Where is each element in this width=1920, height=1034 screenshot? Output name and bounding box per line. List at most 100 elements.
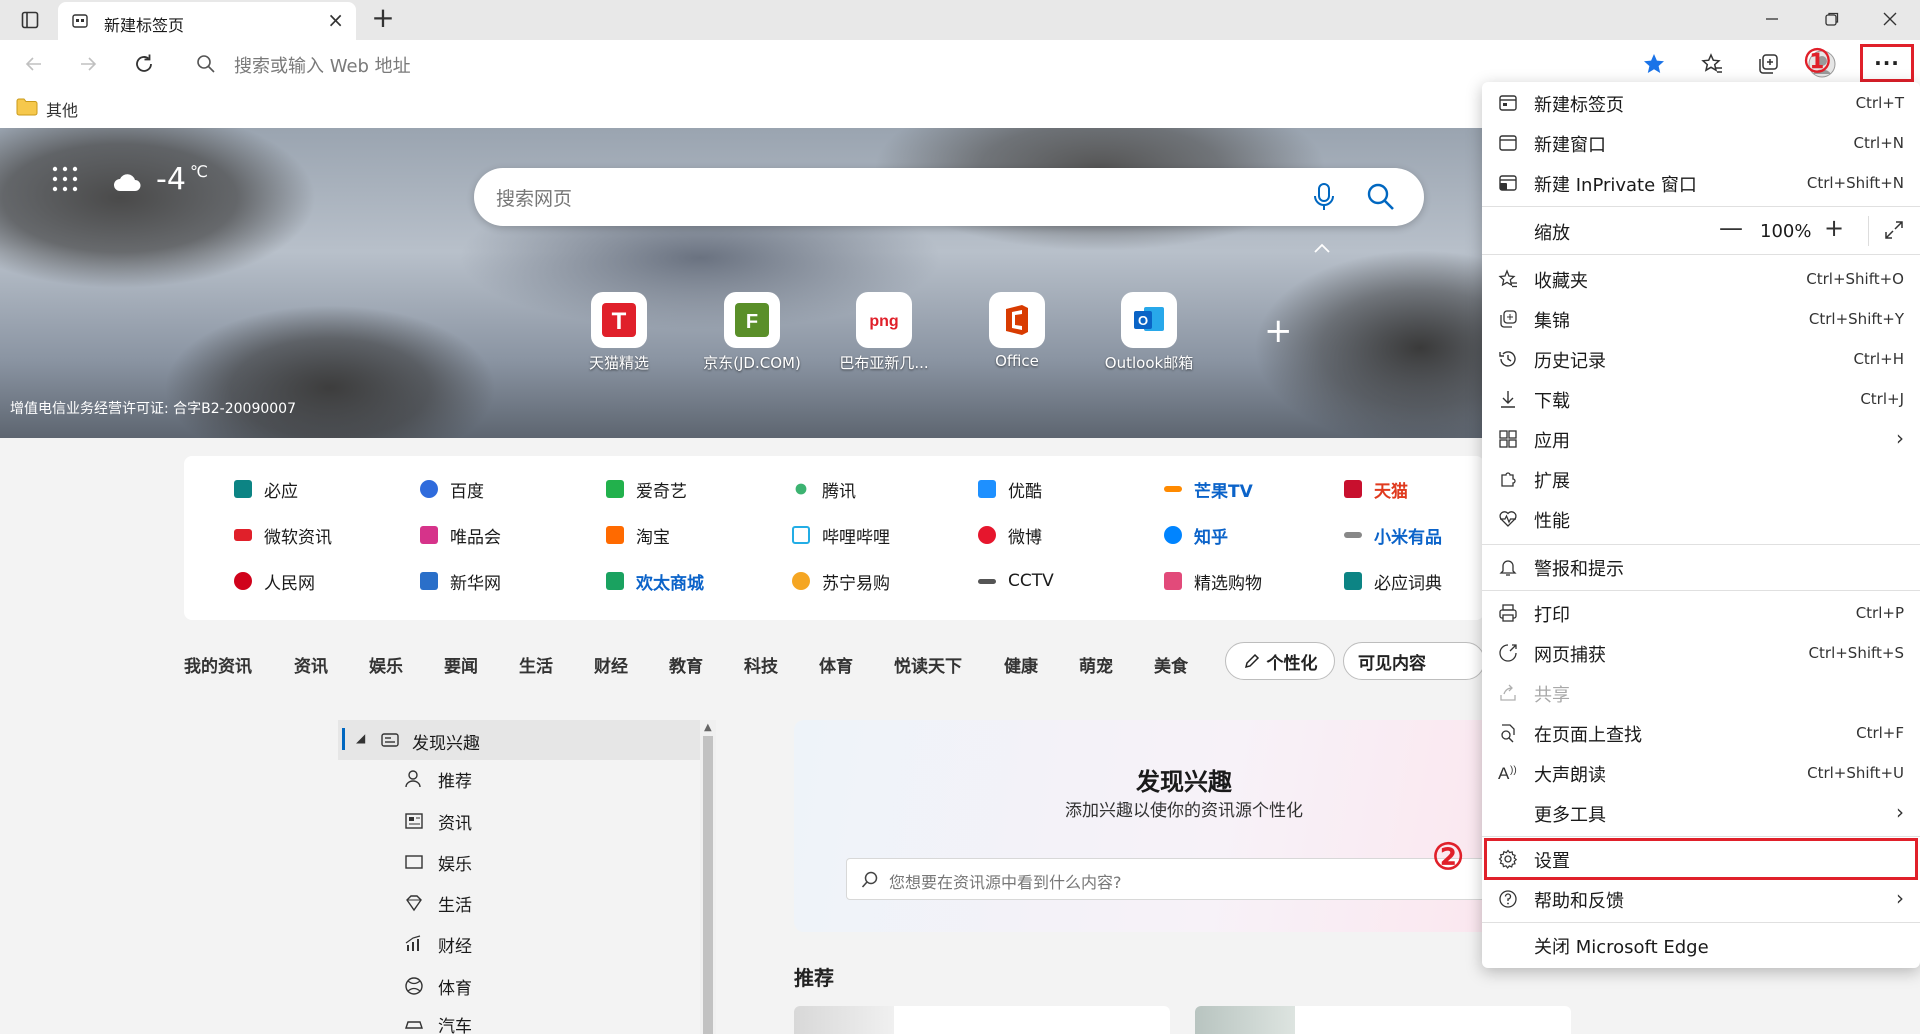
scroll-up-arrow-icon[interactable]: ▲ (704, 722, 712, 733)
forward-button[interactable] (70, 48, 106, 80)
menu-item-extensions[interactable]: 扩展 (1482, 460, 1920, 498)
feed-tab[interactable]: 悦读天下 (894, 652, 962, 677)
site-link[interactable]: 优酷 (978, 476, 1042, 502)
collections-button[interactable] (1750, 48, 1786, 80)
menu-item-web-capture[interactable]: 网页捕获 Ctrl+Shift+S (1482, 634, 1920, 672)
site-link[interactable]: 微博 (978, 522, 1042, 548)
menu-item-performance[interactable]: 性能 (1482, 500, 1920, 538)
menu-item-favorites[interactable]: 收藏夹 Ctrl+Shift+O (1482, 260, 1920, 298)
quick-link[interactable]: O Outlook邮箱 (1089, 292, 1209, 373)
tree-item[interactable]: 生活 (404, 888, 472, 918)
site-link[interactable]: 天猫 (1344, 476, 1408, 502)
tab-new-tab[interactable]: 新建标签页 × (58, 2, 356, 40)
site-link[interactable]: CCTV (978, 568, 1054, 594)
feed-tab[interactable]: 我的资讯 (184, 652, 252, 677)
personalize-button[interactable]: 个性化 (1225, 642, 1335, 680)
address-input[interactable]: 搜索或输入 Web 地址 (180, 45, 1660, 81)
chevron-up-icon[interactable] (1312, 242, 1332, 254)
article-card[interactable] (794, 1006, 1170, 1034)
menu-item-history[interactable]: 历史记录 Ctrl+H (1482, 340, 1920, 378)
menu-item-downloads[interactable]: 下载 Ctrl+J (1482, 380, 1920, 418)
menu-item-close-edge[interactable]: 关闭 Microsoft Edge (1482, 926, 1920, 964)
refresh-button[interactable] (126, 48, 162, 80)
site-link[interactable]: 百度 (420, 476, 484, 502)
quick-link[interactable]: T 天猫精选 (559, 292, 679, 373)
menu-item-new-inprivate[interactable]: 新建 InPrivate 窗口 Ctrl+Shift+N (1482, 164, 1920, 202)
menu-item-collections[interactable]: 集锦 Ctrl+Shift+Y (1482, 300, 1920, 338)
feed-tab[interactable]: 娱乐 (369, 652, 403, 677)
quick-link[interactable]: Office (957, 292, 1077, 370)
site-link[interactable]: 微软资讯 (234, 522, 332, 548)
feed-tab[interactable]: 生活 (519, 652, 553, 677)
microphone-icon[interactable] (1312, 182, 1336, 212)
favorites-button[interactable] (1694, 48, 1730, 80)
site-link[interactable]: 苏宁易购 (792, 568, 890, 594)
apps-launcher-icon[interactable] (52, 166, 78, 192)
tree-item[interactable]: 汽车 (404, 1014, 472, 1034)
feed-tab[interactable]: 健康 (1004, 652, 1038, 677)
feed-tab[interactable]: 教育 (669, 652, 703, 677)
settings-and-more-button[interactable]: ··· (1860, 44, 1914, 82)
menu-item-apps[interactable]: 应用 › (1482, 420, 1920, 458)
quick-link[interactable]: F 京东(JD.COM) (692, 292, 812, 373)
feed-tab[interactable]: 体育 (819, 652, 853, 677)
feed-tab[interactable]: 萌宠 (1079, 652, 1113, 677)
zoom-out-button[interactable]: — (1719, 214, 1743, 242)
site-link[interactable]: 淘宝 (606, 522, 670, 548)
menu-item-help[interactable]: 帮助和反馈 › (1482, 880, 1920, 918)
site-link[interactable]: 芒果TV (1164, 476, 1253, 502)
zoom-in-button[interactable]: + (1824, 214, 1844, 242)
menu-item-new-tab[interactable]: 新建标签页 Ctrl+T (1482, 84, 1920, 122)
site-link[interactable]: 必应 (234, 476, 298, 502)
collapse-triangle-icon[interactable]: ◢ (356, 731, 365, 745)
add-quick-link-button[interactable]: + (1264, 314, 1293, 348)
interest-search-input[interactable]: 您想要在资讯源中看到什么内容? (846, 858, 1498, 900)
search-icon[interactable] (1366, 182, 1396, 212)
quick-link[interactable]: png 巴布亚新几... (824, 292, 944, 373)
weather-temperature[interactable]: -4 (156, 162, 186, 197)
new-tab-button[interactable]: + (368, 4, 398, 34)
site-link[interactable]: 腾讯 (792, 476, 856, 502)
menu-item-print[interactable]: 打印 Ctrl+P (1482, 594, 1920, 632)
menu-item-more-tools[interactable]: 更多工具 › (1482, 794, 1920, 832)
visible-content-button[interactable]: 可见内容 (1343, 642, 1485, 680)
feed-tab[interactable]: 美食 (1154, 652, 1188, 677)
menu-item-new-window[interactable]: 新建窗口 Ctrl+N (1482, 124, 1920, 162)
tree-item[interactable]: 推荐 (404, 764, 472, 794)
site-link[interactable]: 精选购物 (1164, 568, 1262, 594)
site-link[interactable]: 小米有品 (1344, 522, 1442, 548)
menu-item-read-aloud[interactable]: A)) 大声朗读 Ctrl+Shift+U (1482, 754, 1920, 792)
feed-tab[interactable]: 资讯 (294, 652, 328, 677)
article-card[interactable] (1195, 1006, 1571, 1034)
tree-header[interactable]: ◢ 发现兴趣 (338, 720, 700, 760)
back-button[interactable] (16, 48, 52, 80)
menu-item-share[interactable]: 共享 (1482, 674, 1920, 712)
site-link[interactable]: 知乎 (1164, 522, 1228, 548)
close-window-button[interactable] (1868, 4, 1912, 34)
tree-item[interactable]: 资讯 (404, 806, 472, 836)
restore-button[interactable] (1810, 4, 1854, 34)
site-link[interactable]: 唯品会 (420, 522, 501, 548)
tab-actions-button[interactable] (14, 8, 46, 32)
feed-tab[interactable]: 要闻 (444, 652, 478, 677)
fullscreen-icon[interactable] (1884, 220, 1904, 240)
tree-scrollbar[interactable]: ▲ (700, 720, 716, 1034)
feed-tab[interactable]: 科技 (744, 652, 778, 677)
menu-item-alerts[interactable]: 警报和提示 (1482, 548, 1920, 586)
menu-item-find[interactable]: 在页面上查找 Ctrl+F (1482, 714, 1920, 752)
site-link[interactable]: 哔哩哔哩 (792, 522, 890, 548)
tree-item[interactable]: 体育 (404, 971, 472, 1001)
favorite-star-button[interactable] (1636, 48, 1672, 80)
tab-close-icon[interactable]: × (327, 10, 344, 30)
tree-item[interactable]: 财经 (404, 929, 472, 959)
bookmark-folder-other[interactable]: 其他 (46, 97, 78, 121)
site-link[interactable]: 爱奇艺 (606, 476, 687, 502)
web-search-box[interactable]: 搜索网页 (474, 168, 1424, 226)
site-link[interactable]: 必应词典 (1344, 568, 1442, 594)
tree-item[interactable]: 娱乐 (404, 847, 472, 877)
site-link[interactable]: 欢太商城 (606, 568, 704, 594)
scrollbar-thumb[interactable] (703, 736, 713, 1034)
cloud-icon[interactable] (112, 172, 142, 192)
site-link[interactable]: 人民网 (234, 568, 315, 594)
minimize-button[interactable] (1750, 4, 1794, 34)
